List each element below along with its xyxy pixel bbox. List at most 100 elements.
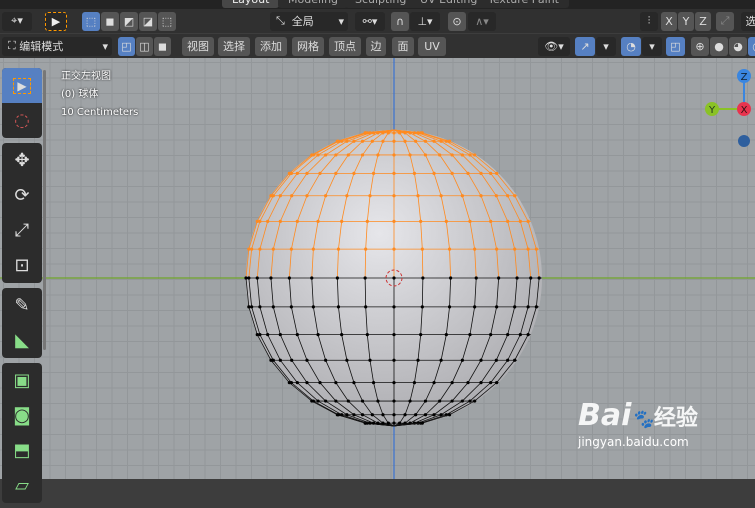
vertex[interactable] <box>479 358 483 362</box>
menu-view[interactable]: 视图 <box>182 36 214 56</box>
object-origin-icon[interactable]: ⌖▾ <box>2 11 32 31</box>
vertex[interactable] <box>392 305 396 309</box>
edge-select-icon[interactable]: ◫ <box>136 36 153 56</box>
gizmo-neg-x-icon[interactable] <box>738 135 750 147</box>
select-box-tool-icon[interactable]: ▶ <box>2 68 42 103</box>
vertex[interactable] <box>360 153 365 157</box>
vertex[interactable] <box>271 194 275 198</box>
menu-vertex[interactable]: 顶点 <box>329 36 361 56</box>
vertex[interactable] <box>352 139 356 143</box>
vertex[interactable] <box>305 194 309 198</box>
vertex[interactable] <box>450 153 454 157</box>
rotate-tool-icon[interactable]: ⟳ <box>2 178 42 213</box>
mirror-y-button[interactable]: Y <box>678 11 694 31</box>
vertex[interactable] <box>526 305 530 309</box>
vertex[interactable] <box>258 333 262 337</box>
topology-mirror-icon[interactable]: ⤢ <box>716 11 734 31</box>
vertex[interactable] <box>468 153 472 157</box>
vertex[interactable] <box>392 139 396 143</box>
vertex[interactable] <box>534 247 538 251</box>
vertex[interactable] <box>289 171 293 175</box>
vertex[interactable] <box>295 219 299 223</box>
vertex[interactable] <box>420 305 424 309</box>
vertex[interactable] <box>345 139 349 143</box>
annotate-tool-icon[interactable]: ✎ <box>2 288 42 323</box>
vertex[interactable] <box>278 333 282 337</box>
vertex[interactable] <box>365 219 369 223</box>
vertex[interactable] <box>392 381 396 385</box>
vertex[interactable] <box>489 333 493 337</box>
vertex[interactable] <box>381 421 385 425</box>
toolbar-scrollbar[interactable] <box>43 70 46 350</box>
vertex[interactable] <box>479 381 483 385</box>
vertex[interactable] <box>340 219 344 223</box>
tab-texture-paint[interactable]: Texture Paint <box>478 0 569 8</box>
vertex[interactable] <box>295 171 299 175</box>
menu-uv[interactable]: UV <box>418 36 446 56</box>
vertex[interactable] <box>495 171 499 175</box>
vertex[interactable] <box>368 358 372 362</box>
vertex[interactable] <box>414 139 418 143</box>
transform-tool-icon[interactable]: ⊡ <box>2 248 42 283</box>
vertex[interactable] <box>506 358 510 362</box>
vertex[interactable] <box>513 305 517 309</box>
vertex[interactable] <box>376 421 380 425</box>
vertex[interactable] <box>416 358 420 362</box>
vertex[interactable] <box>444 333 448 337</box>
vertex[interactable] <box>495 305 499 309</box>
vertex[interactable] <box>324 358 328 362</box>
vertex[interactable] <box>447 305 452 309</box>
mirror-z-button[interactable]: Z <box>695 11 711 31</box>
gizmo-dropdown[interactable]: ▾ <box>596 36 616 56</box>
vertex[interactable] <box>258 305 262 309</box>
vertex[interactable] <box>513 247 517 251</box>
vertex[interactable] <box>310 276 314 280</box>
vertex[interactable] <box>534 305 538 309</box>
mode-dropdown[interactable]: ⛶ 编辑模式 ▾ <box>2 36 112 56</box>
menu-face[interactable]: 面 <box>392 36 414 56</box>
vertex[interactable] <box>318 171 322 175</box>
vertex[interactable] <box>403 139 407 143</box>
vertex[interactable] <box>365 333 369 337</box>
vertex[interactable] <box>371 171 376 175</box>
vertex[interactable] <box>334 153 338 157</box>
tab-uv-editing[interactable]: UV Editing <box>410 0 488 8</box>
vertex[interactable] <box>289 305 293 309</box>
vertex[interactable] <box>479 194 483 198</box>
vertex[interactable] <box>423 413 428 417</box>
overlays-dropdown[interactable]: ▾ <box>642 36 662 56</box>
vertex[interactable] <box>515 276 519 280</box>
vertex[interactable] <box>506 194 510 198</box>
vertex[interactable] <box>336 247 341 251</box>
vertex[interactable] <box>269 276 273 280</box>
vertex[interactable] <box>444 219 448 223</box>
vertex[interactable] <box>266 219 270 223</box>
vertex[interactable] <box>336 305 341 309</box>
vertex[interactable] <box>352 413 356 417</box>
vertex[interactable] <box>408 153 412 157</box>
vertex[interactable] <box>340 333 344 337</box>
vertex[interactable] <box>447 247 452 251</box>
select-invert-icon[interactable]: ◪ <box>139 11 157 31</box>
vertex[interactable] <box>258 247 262 251</box>
transform-orientation-dropdown[interactable]: ⤡ 全局 ▾ <box>270 11 348 31</box>
vertex[interactable] <box>423 399 428 403</box>
vertex[interactable] <box>513 194 517 198</box>
vertex[interactable] <box>371 131 376 135</box>
vertex[interactable] <box>439 358 443 362</box>
vertex[interactable] <box>278 219 282 223</box>
vertex[interactable] <box>247 276 251 280</box>
vertex[interactable] <box>278 194 282 198</box>
vertex[interactable] <box>386 131 390 135</box>
vertex[interactable] <box>412 171 417 175</box>
vertex[interactable] <box>420 131 424 135</box>
vertex[interactable] <box>518 219 522 223</box>
vertex[interactable] <box>438 399 442 403</box>
vertex[interactable] <box>305 171 309 175</box>
vertex[interactable] <box>363 276 367 280</box>
menu-edge[interactable]: 边 <box>366 36 386 56</box>
vertex[interactable] <box>360 139 365 143</box>
proportional-edit-icon[interactable]: ⊙ <box>448 11 466 31</box>
vertex[interactable] <box>497 276 501 280</box>
vertex[interactable] <box>258 219 262 223</box>
